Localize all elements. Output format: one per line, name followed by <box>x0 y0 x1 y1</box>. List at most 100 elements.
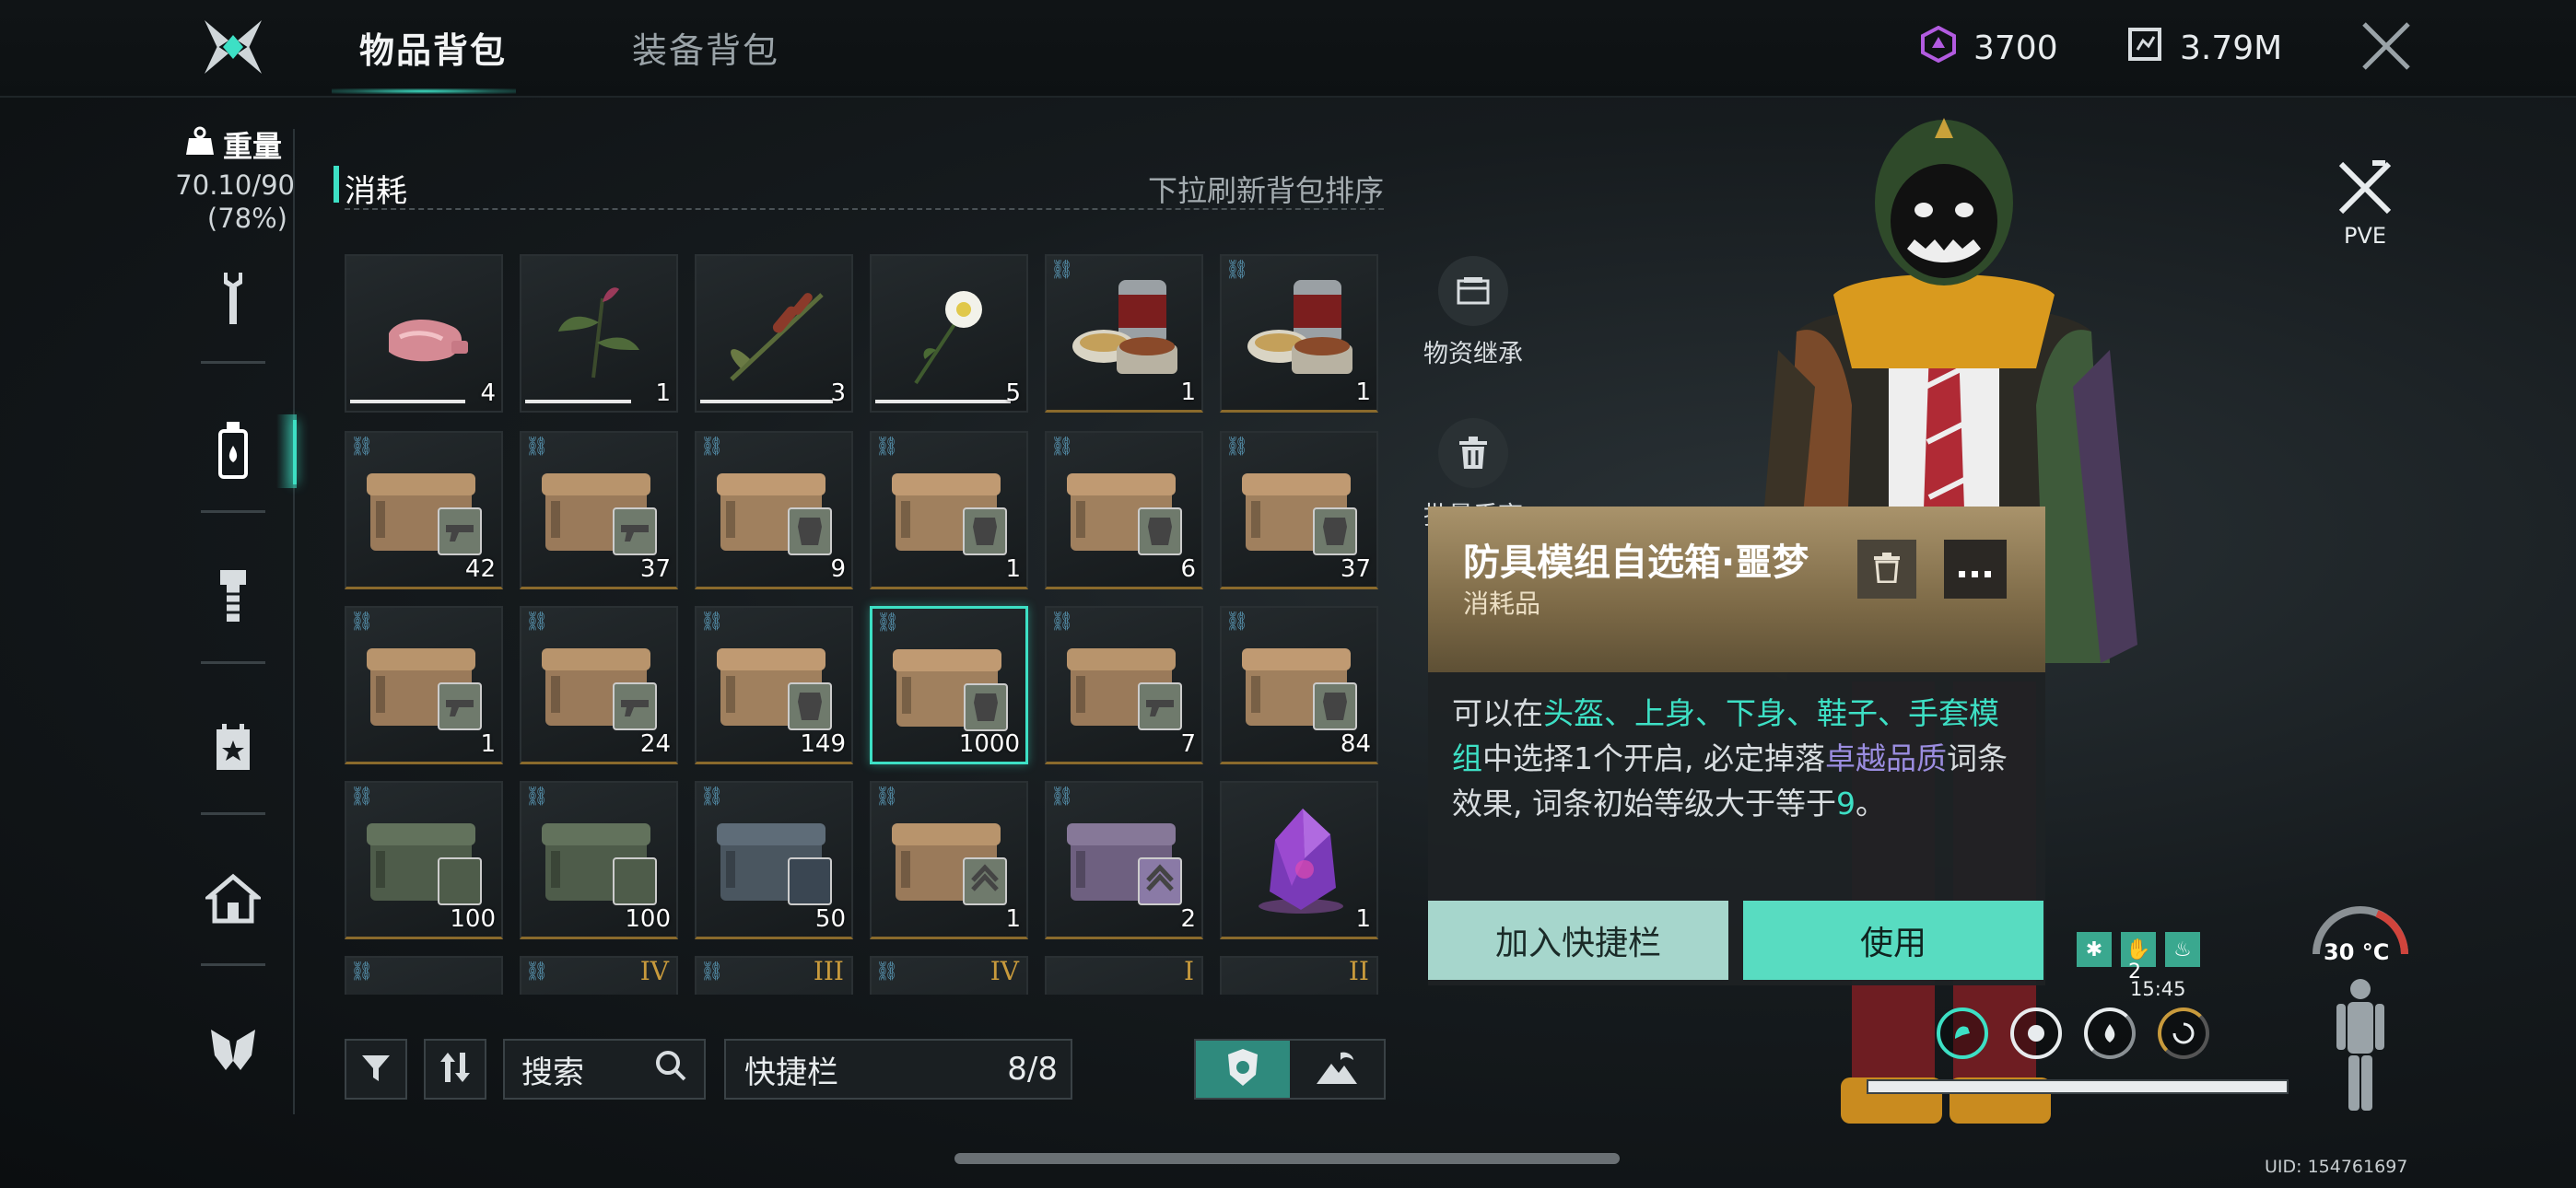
flower-item-icon <box>914 291 982 385</box>
bound-link-icon: ⛓ <box>350 960 374 982</box>
inventory-slot[interactable]: II <box>1220 956 1378 995</box>
sidebar-item-tools[interactable] <box>203 267 263 333</box>
inventory-slot[interactable]: ⛓ 37 <box>1220 431 1378 589</box>
crate-armor-item-icon <box>1242 473 1357 555</box>
bound-link-icon: ⛓ <box>1225 258 1249 280</box>
crate-gun-item-icon <box>367 648 482 730</box>
close-icon[interactable] <box>2359 18 2414 74</box>
more-options-button[interactable] <box>1944 540 2007 599</box>
inventory-slot[interactable]: ⛓ 1 <box>1220 254 1378 413</box>
inventory-slot[interactable]: ⛓ 6 <box>1045 431 1203 589</box>
inventory-slot[interactable]: ⛓ 24 <box>520 606 678 764</box>
item-count: 4 <box>480 379 496 407</box>
inherit-supplies-button[interactable]: 物资继承 <box>1413 256 1533 369</box>
sidebar-item-consumables[interactable] <box>203 419 263 485</box>
sort-button[interactable] <box>424 1039 486 1100</box>
inventory-slot[interactable]: ⛓ 1000 <box>870 606 1028 764</box>
inventory-slot[interactable]: I <box>1045 956 1203 995</box>
inventory-slot[interactable]: ⛓ 42 <box>345 431 503 589</box>
inventory-grid: 4 1 3 5 ⛓ 1 ⛓ 1 ⛓ 42 ⛓ 37 ⛓ 9 ⛓ 1 ⛓ 6 ⛓ 37 ⛓ 1 ⛓ 24 ⛓ 149 ⛓ 1000 ⛓ 7 ⛓… <box>345 254 1386 995</box>
tab-items[interactable]: 物品背包 <box>359 22 507 73</box>
sidebar-separator <box>201 510 265 513</box>
inventory-slot[interactable]: ⛓ 1 <box>870 431 1028 589</box>
stamina-ring-icon[interactable] <box>2158 1007 2209 1059</box>
bound-link-icon: ⛓ <box>350 435 374 457</box>
water-ring-icon[interactable] <box>2084 1007 2136 1059</box>
weight-percent: (78%) <box>206 203 287 234</box>
hunger-ring-icon[interactable] <box>2010 1007 2062 1059</box>
game-logo-icon[interactable] <box>201 17 265 77</box>
canned-food-item-icon <box>1072 280 1177 374</box>
quickbar-label: 快捷栏 <box>744 1054 838 1091</box>
backpack-mode-button[interactable] <box>1196 1041 1290 1098</box>
inventory-slot[interactable]: 1 <box>520 254 678 413</box>
item-type: 消耗品 <box>1463 588 1541 619</box>
inventory-slot[interactable]: ⛓ 100 <box>345 781 503 939</box>
island-mode-button[interactable] <box>1290 1041 1384 1098</box>
add-to-quickbar-button[interactable]: 加入快捷栏 <box>1428 901 1728 980</box>
bug-icon[interactable]: ✱ <box>2077 932 2112 967</box>
inventory-slot[interactable]: ⛓ 1 <box>870 781 1028 939</box>
item-count: 1000 <box>958 730 1020 758</box>
sidebar-item-materials[interactable] <box>203 565 263 632</box>
use-button[interactable]: 使用 <box>1743 901 2043 980</box>
bound-link-icon: ⛓ <box>875 435 899 457</box>
tier-label: IV <box>989 956 1019 986</box>
item-count: 6 <box>1180 555 1196 583</box>
pve-mode-indicator[interactable]: PVE <box>2327 158 2403 249</box>
fire-icon[interactable]: ♨ <box>2165 932 2200 967</box>
temperature-value: 30 °C <box>2324 939 2390 965</box>
inventory-slot[interactable]: ⛓ 9 <box>695 431 853 589</box>
status-effects: ✱ ✋ 2 ♨ <box>2077 932 2200 984</box>
hand-icon[interactable]: ✋ 2 <box>2121 932 2156 984</box>
tab-equipment[interactable]: 装备背包 <box>632 22 779 73</box>
quickbar-count: 8/8 <box>1007 1051 1058 1088</box>
strength-ring-icon[interactable] <box>1937 1007 1988 1059</box>
item-count: 1 <box>1355 379 1371 406</box>
crossed-guns-icon <box>2327 158 2403 223</box>
sidebar-item-events[interactable] <box>203 716 263 783</box>
bound-link-icon: ⛓ <box>1225 610 1249 632</box>
inventory-slot[interactable]: 4 <box>345 254 503 413</box>
quality-label: 卓越品质 <box>1824 740 1947 776</box>
search-input[interactable]: 搜索 <box>503 1039 706 1100</box>
inventory-slot[interactable]: ⛓ 100 <box>520 781 678 939</box>
sort-hint: 下拉刷新背包排序 <box>1147 173 1384 208</box>
inventory-slot[interactable]: ⛓ IV <box>870 956 1028 995</box>
inventory-slot[interactable]: ⛓ 1 <box>1045 254 1203 413</box>
item-count: 3 <box>830 379 846 407</box>
sidebar-separator <box>201 661 265 664</box>
inventory-slot[interactable]: ⛓ IV <box>520 956 678 995</box>
island-icon <box>1315 1049 1359 1089</box>
inventory-slot[interactable]: 3 <box>695 254 853 413</box>
body-status-icon[interactable] <box>2331 976 2390 1114</box>
inventory-slot[interactable]: ⛓ III <box>695 956 853 995</box>
quickbar-button[interactable]: 快捷栏 8/8 <box>724 1039 1072 1100</box>
inventory-slot[interactable]: ⛓ 50 <box>695 781 853 939</box>
active-tab-indicator <box>332 88 516 94</box>
discard-item-button[interactable] <box>1857 540 1916 599</box>
filter-button[interactable] <box>345 1039 407 1100</box>
inventory-slot[interactable]: 5 <box>870 254 1028 413</box>
inventory-slot[interactable]: ⛓ 2 <box>1045 781 1203 939</box>
inventory-slot[interactable]: 1 <box>1220 781 1378 939</box>
inventory-slot[interactable]: ⛓ 149 <box>695 606 853 764</box>
item-detail-popup: 防具模组自选箱·噩梦 消耗品 可以在头盔、上身、下身、鞋子、手套模组中选择1个开… <box>1428 507 2045 985</box>
inventory-slot[interactable]: ⛓ <box>345 956 503 995</box>
inventory-slot[interactable]: ⛓ 7 <box>1045 606 1203 764</box>
chip-amount: 3.79M <box>2180 29 2283 67</box>
item-description: 可以在头盔、上身、下身、鞋子、手套模组中选择1个开启, 必定掉落卓越品质词条效果… <box>1452 695 2008 821</box>
inventory-slot[interactable]: ⛓ 37 <box>520 431 678 589</box>
view-mode-toggle <box>1194 1039 1386 1100</box>
sidebar-item-faction[interactable] <box>203 1019 263 1085</box>
sidebar-item-home[interactable] <box>203 868 263 934</box>
home-indicator[interactable] <box>954 1153 1620 1164</box>
bound-link-icon: ⛓ <box>700 960 724 982</box>
currency-chip[interactable]: 3.79M <box>2126 26 2282 71</box>
item-count: 100 <box>450 905 496 933</box>
inventory-slot[interactable]: ⛓ 84 <box>1220 606 1378 764</box>
meat-item-icon <box>389 320 468 362</box>
inventory-slot[interactable]: ⛓ 1 <box>345 606 503 764</box>
currency-crystal[interactable]: 3700 <box>1920 25 2058 71</box>
item-count: 1 <box>1005 905 1021 933</box>
